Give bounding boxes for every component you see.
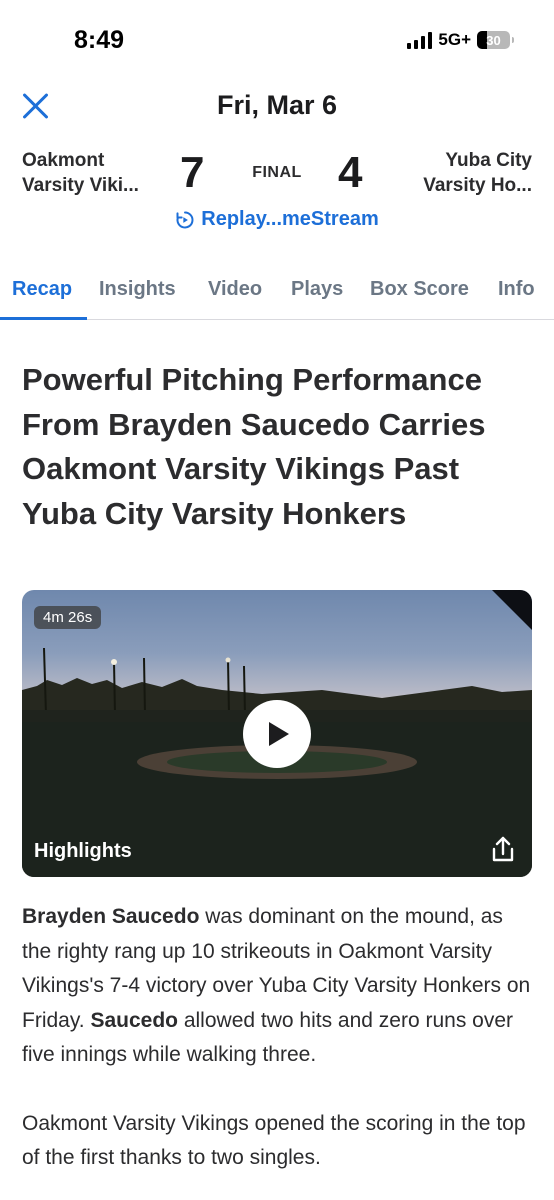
tab-plays[interactable]: Plays (291, 278, 343, 301)
active-tab-indicator (0, 317, 87, 320)
tab-info[interactable]: Info (498, 278, 535, 301)
tab-insights[interactable]: Insights (99, 278, 176, 301)
video-duration: 4m 26s (34, 606, 102, 629)
away-team-line1: Yuba City (445, 150, 532, 171)
video-label: Highlights (34, 840, 132, 862)
highlights-video[interactable]: 4m 26s Highlights (22, 590, 532, 877)
battery-icon: 30 (477, 31, 514, 49)
cellular-signal-icon (407, 31, 433, 49)
status-indicators: 5G+ 30 (407, 30, 514, 50)
paragraph-2: Oakmont Varsity Vikings opened the scori… (22, 1111, 526, 1170)
tab-bar: Recap Insights Video Plays Box Score Inf… (0, 272, 554, 320)
article-body: Brayden Saucedo was dominant on the moun… (22, 900, 534, 1200)
status-time: 8:49 (74, 26, 125, 54)
away-team-line2: Varsity Ho... (423, 175, 532, 196)
share-icon[interactable] (488, 835, 518, 865)
player-name[interactable]: Brayden Saucedo (22, 905, 199, 928)
replay-link[interactable]: Replay...meStream (0, 208, 554, 231)
replay-label: Replay...meStream (201, 208, 379, 230)
paragraph-1: Brayden Saucedo was dominant on the moun… (22, 905, 531, 1066)
status-bar: 8:49 5G+ 30 (0, 0, 554, 80)
header: Fri, Mar 6 (0, 82, 554, 132)
away-team-name[interactable]: Yuba City Varsity Ho... (423, 148, 532, 198)
tab-box-score[interactable]: Box Score (370, 278, 469, 301)
article-headline: Powerful Pitching Performance From Brayd… (22, 362, 486, 531)
away-score: 4 (338, 148, 363, 197)
battery-percent: 30 (486, 32, 501, 48)
player-name[interactable]: Saucedo (90, 1009, 178, 1032)
replay-icon (176, 211, 194, 228)
tab-recap[interactable]: Recap (12, 278, 72, 301)
tab-video[interactable]: Video (208, 278, 262, 301)
network-type: 5G+ (438, 30, 471, 49)
play-icon[interactable] (243, 700, 311, 768)
scoreboard: Oakmont Varsity Viki... 7 FINAL 4 Yuba C… (0, 145, 554, 205)
page-title: Fri, Mar 6 (216, 90, 338, 120)
